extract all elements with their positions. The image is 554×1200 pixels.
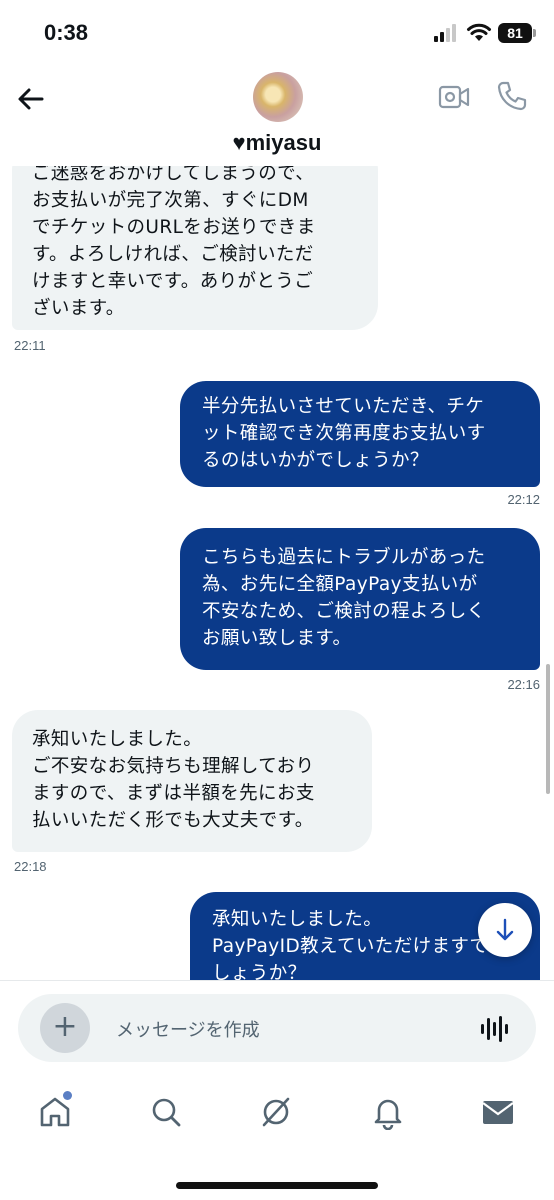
add-media-button[interactable]: + [40,1003,90,1053]
message-input[interactable]: メッセージを作成 [116,1016,260,1042]
message-text: 不安なため、ご検討の程よろしく [202,601,486,622]
message-text: お支払いが完了次第、すぐにDM [32,190,309,211]
message-text: 承知いたしました。 [32,729,203,750]
message-text: しょうか？ [212,963,307,980]
message-text: るのはいかがでしょうか？ [202,450,429,471]
voice-waveform-icon[interactable] [480,1014,510,1044]
message-timestamp: 22:18 [14,859,47,874]
message-text: ット確認でき次第再度お支払いす [202,423,486,444]
notification-dot [63,1091,72,1100]
message-timestamp: 22:12 [507,492,540,507]
signal-icon [434,24,456,42]
message-text: でチケットのURLをお送りできま [32,217,316,238]
message-bubble-outgoing[interactable]: こちらも過去にトラブルがあった 為、お先に全額PayPay支払いが 不安なため、… [180,528,540,670]
message-text: こちらも過去にトラブルがあった [202,547,486,568]
status-bar: 0:38 81 [0,0,554,66]
message-text: ご不安なお気持ちも理解しており [32,756,315,777]
message-timestamp: 22:11 [14,338,46,353]
bottom-tab-bar [0,1084,554,1144]
user-name: miyasu [245,130,322,155]
message-text: 半分先払いさせていただき、チケ [202,396,485,417]
search-icon[interactable] [148,1094,184,1130]
message-bubble-incoming[interactable]: ご迷惑をおかけしてしまうので、 お支払いが完了次第、すぐにDM でチケットのUR… [12,166,378,330]
grok-icon[interactable] [258,1094,294,1130]
phone-icon[interactable] [496,80,528,112]
battery-indicator: 81 [498,23,532,43]
back-arrow-icon[interactable] [14,82,48,116]
arrow-down-icon [496,918,514,941]
video-call-icon[interactable] [438,84,470,110]
message-text: PayPayID教えていただけますで [212,936,489,957]
message-text: す。よろしければ、ご検討いただ [32,244,314,265]
wifi-icon [467,23,491,41]
home-indicator [176,1182,378,1189]
scrollbar[interactable] [546,664,550,794]
message-text: 承知いたしました。 [212,909,383,930]
message-text: けますと幸いです。ありがとうご [32,271,314,292]
message-list[interactable]: ご迷惑をおかけしてしまうので、 お支払いが完了次第、すぐにDM でチケットのUR… [0,166,554,980]
message-text: 為、お先に全額PayPay支払いが [202,574,478,595]
message-text: お願い致します。 [202,628,352,649]
message-text: ますので、まずは半額を先にお支 [32,783,315,804]
message-bubble-outgoing[interactable]: 半分先払いさせていただき、チケ ット確認でき次第再度お支払いす るのはいかがでし… [180,381,540,487]
avatar[interactable] [253,72,303,122]
message-bubble-incoming[interactable]: 承知いたしました。 ご不安なお気持ちも理解しており ますので、まずは半額を先にお… [12,710,372,852]
message-text: 払いいただく形でも大丈夫です。 [32,810,314,831]
battery-tip [533,29,536,37]
conversation-name[interactable]: ♥miyasu [0,130,554,156]
conversation-header: ♥miyasu [0,66,554,166]
message-text: ご迷惑をおかけしてしまうので、 [32,166,315,184]
message-timestamp: 22:16 [507,677,540,692]
message-text: ざいます。 [32,298,125,319]
scroll-to-bottom-button[interactable] [478,903,532,957]
message-composer: + メッセージを作成 [18,994,536,1062]
mail-icon[interactable] [480,1094,516,1130]
bell-icon[interactable] [370,1094,406,1130]
status-time: 0:38 [44,20,89,45]
composer-divider [0,980,554,981]
heart-icon: ♥ [232,130,246,155]
